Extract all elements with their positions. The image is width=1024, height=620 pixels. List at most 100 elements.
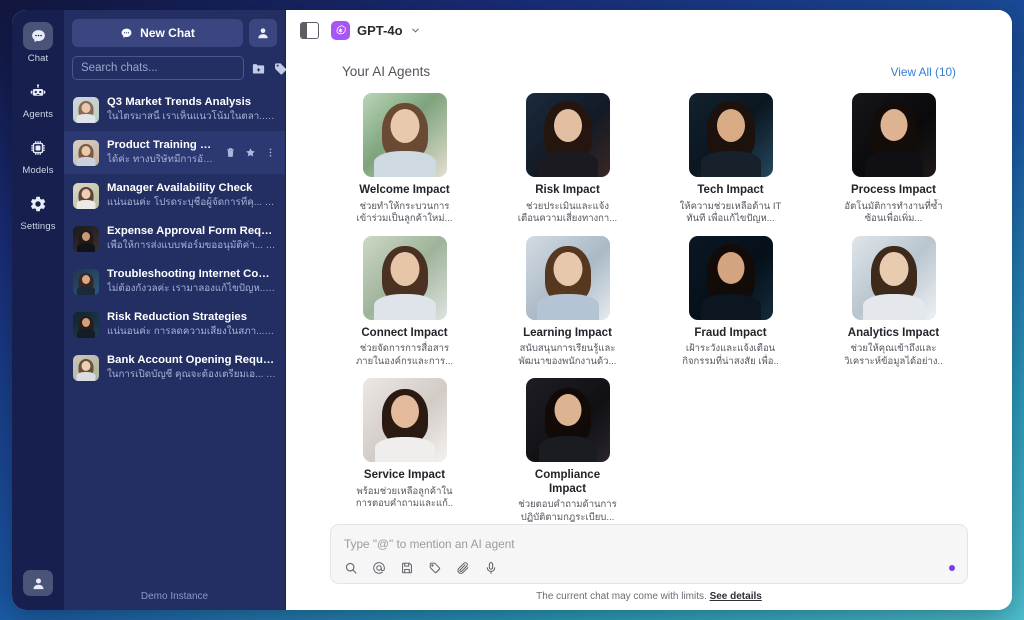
icon-rail: Chat Agents Models Settings xyxy=(12,10,64,610)
mention-icon[interactable] xyxy=(372,561,386,575)
attachment-icon[interactable] xyxy=(456,561,470,575)
agent-portrait xyxy=(525,378,610,462)
agent-name: Process Impact xyxy=(850,184,936,196)
rail-item-settings[interactable]: Settings xyxy=(15,190,61,232)
chat-list-item[interactable]: Manager Availability Check แน่นอนค่ะ โปร… xyxy=(64,174,285,217)
agents-header: Your AI Agents View All (10) xyxy=(330,64,968,93)
chat-list-item[interactable]: Troubleshooting Internet Conn... ไม่ต้อง… xyxy=(64,260,285,303)
search-row xyxy=(64,47,309,86)
agent-card[interactable]: Process Impact อัตโนมัติการทำงานที่ซ้ำ ซ… xyxy=(819,93,968,226)
agent-name: Learning Impact xyxy=(523,326,612,339)
view-all-link[interactable]: View All (10) xyxy=(891,65,956,79)
chat-list: Q3 Market Trends Analysis ในไตรมาสนี้ เร… xyxy=(64,86,285,610)
chat-bubble-icon xyxy=(120,27,133,40)
rail-label-settings: Settings xyxy=(20,221,56,232)
star-icon[interactable] xyxy=(245,147,256,158)
chat-limits-notice: The current chat may come with limits. S… xyxy=(330,584,968,602)
microphone-icon[interactable] xyxy=(484,561,498,575)
tag-pen-icon[interactable] xyxy=(428,561,442,575)
chat-preview: แน่นอนค่ะ การลดความเสี่ยงในสภา... · 17h xyxy=(107,326,276,337)
agent-portrait xyxy=(851,235,936,320)
main-header: GPT-4o xyxy=(286,10,1012,50)
search-input[interactable] xyxy=(72,56,244,80)
chat-avatar xyxy=(73,354,99,381)
chat-avatar xyxy=(73,96,99,123)
panel-toggle-icon[interactable] xyxy=(300,21,319,39)
message-input[interactable] xyxy=(344,537,954,561)
chat-list-item[interactable]: Product Training Upda... ได้ค่ะ ทางบริษั… xyxy=(64,131,285,174)
chat-text-block: Product Training Upda... ได้ค่ะ ทางบริษั… xyxy=(107,138,213,167)
agent-description: สนับสนุนการเรียนรู้และ พัฒนาของพนักงานด้… xyxy=(518,343,617,367)
composer xyxy=(330,524,968,584)
agent-name: Welcome Impact xyxy=(359,184,450,196)
agent-name: Analytics Impact xyxy=(847,326,940,339)
chat-title: Risk Reduction Strategies xyxy=(107,311,247,323)
send-dot-icon[interactable] xyxy=(949,565,955,571)
agent-card[interactable]: Learning Impact สนับสนุนการเรียนรู้และ พ… xyxy=(493,235,642,369)
search-icon[interactable] xyxy=(344,561,358,575)
chat-list-item[interactable]: Bank Account Opening Require... ในการเปิ… xyxy=(64,346,285,389)
save-icon[interactable] xyxy=(400,561,414,575)
agent-card[interactable]: Connect Impact ช่วยจัดการการสื่อสาร ภายใ… xyxy=(330,235,479,369)
agent-grid: Welcome Impact ช่วยทำให้กระบวนการ เข้าร่… xyxy=(330,93,968,524)
more-options-icon[interactable] xyxy=(265,147,276,158)
user-avatar-icon[interactable] xyxy=(23,570,53,596)
profile-button[interactable] xyxy=(249,19,277,47)
chat-preview: ไม่ต้องกังวลค่ะ เรามาลองแก้ไขปัญห... · 1… xyxy=(107,283,276,294)
delete-icon[interactable] xyxy=(225,147,236,158)
chat-list-item[interactable]: Expense Approval Form Request เพื่อให้กา… xyxy=(64,217,285,260)
rail-bottom xyxy=(23,570,53,596)
agent-card[interactable]: Analytics Impact ช่วยให้คุณเข้าถึงและ วิ… xyxy=(819,235,968,369)
agent-name: Connect Impact xyxy=(361,326,448,339)
agent-portrait xyxy=(362,93,447,177)
see-details-link[interactable]: See details xyxy=(710,591,762,602)
chat-avatar xyxy=(73,225,99,252)
chat-text-block: Bank Account Opening Require... ในการเปิ… xyxy=(107,353,276,382)
rail-item-models[interactable]: Models xyxy=(15,134,61,176)
chat-list-item[interactable]: Q3 Market Trends Analysis ในไตรมาสนี้ เร… xyxy=(64,88,285,131)
agent-description: เฝ้าระวังและแจ้งเตือน กิจกรรมที่น่าสงสัย… xyxy=(682,343,779,367)
rail-label-chat: Chat xyxy=(27,53,49,64)
agent-portrait xyxy=(688,93,773,177)
chevron-down-icon xyxy=(410,25,421,36)
agent-portrait xyxy=(525,93,610,177)
openai-logo-icon xyxy=(331,20,350,40)
new-folder-icon[interactable] xyxy=(251,61,266,76)
agent-card[interactable]: Tech Impact ให้ความช่วยเหลือด้าน IT ทันท… xyxy=(656,93,805,226)
agent-name: Compliance Impact xyxy=(534,469,601,495)
chat-item-actions xyxy=(221,147,276,158)
agent-description: ให้ความช่วยเหลือด้าน IT ทันที เพื่อแก้ไข… xyxy=(679,200,782,225)
chat-title: Expense Approval Form Request xyxy=(107,225,276,237)
agent-card[interactable]: Fraud Impact เฝ้าระวังและแจ้งเตือน กิจกร… xyxy=(656,235,805,369)
rail-label-agents: Agents xyxy=(22,109,54,120)
agent-portrait xyxy=(362,378,447,462)
agent-card[interactable]: Service Impact พร้อมช่วยเหลือลูกค้าใน กา… xyxy=(330,378,479,524)
chat-avatar xyxy=(73,139,99,166)
chat-list-panel: New Chat Search chats... Q3 Market Trend… xyxy=(64,10,309,610)
agent-card[interactable]: Risk Impact ช่วยประเมินและแจ้ง เตือนความ… xyxy=(493,93,642,226)
chat-title: Bank Account Opening Require... xyxy=(107,354,276,366)
rail-item-chat[interactable]: Chat xyxy=(15,22,61,64)
chat-list-item[interactable]: Risk Reduction Strategies แน่นอนค่ะ การล… xyxy=(64,303,285,346)
rail-item-agents[interactable]: Agents xyxy=(15,78,61,120)
chat-title: Manager Availability Check xyxy=(107,182,253,194)
chat-text-block: Q3 Market Trends Analysis ในไตรมาสนี้ เร… xyxy=(107,95,276,124)
agent-card[interactable]: Welcome Impact ช่วยทำให้กระบวนการ เข้าร่… xyxy=(330,93,479,226)
chat-preview: ได้ค่ะ ทางบริษัทมีการอัป... · 17h xyxy=(107,154,213,165)
model-selector[interactable]: GPT-4o xyxy=(331,20,421,40)
agent-description: ช่วยทำให้กระบวนการ เข้าร่วมเป็นลูกค้าใหม… xyxy=(356,200,453,225)
robot-icon xyxy=(23,78,53,106)
agent-portrait xyxy=(851,93,936,177)
agent-name: Service Impact xyxy=(363,469,446,481)
chat-text-block: Troubleshooting Internet Conn... ไม่ต้อง… xyxy=(107,267,276,296)
chat-panel-top: New Chat xyxy=(64,10,285,47)
new-chat-button[interactable]: New Chat xyxy=(72,19,243,47)
chat-text-block: Expense Approval Form Request เพื่อให้กา… xyxy=(107,224,276,253)
agent-portrait xyxy=(362,235,447,320)
new-chat-label: New Chat xyxy=(140,26,195,40)
composer-toolbar xyxy=(344,561,954,575)
demo-instance-label: Demo Instance xyxy=(140,591,209,602)
chat-text-block: Risk Reduction Strategies แน่นอนค่ะ การล… xyxy=(107,310,276,339)
agent-card[interactable]: Compliance Impact ช่วยตอบคำถามด้านการ ปฏ… xyxy=(493,378,642,524)
chat-avatar xyxy=(73,182,99,209)
